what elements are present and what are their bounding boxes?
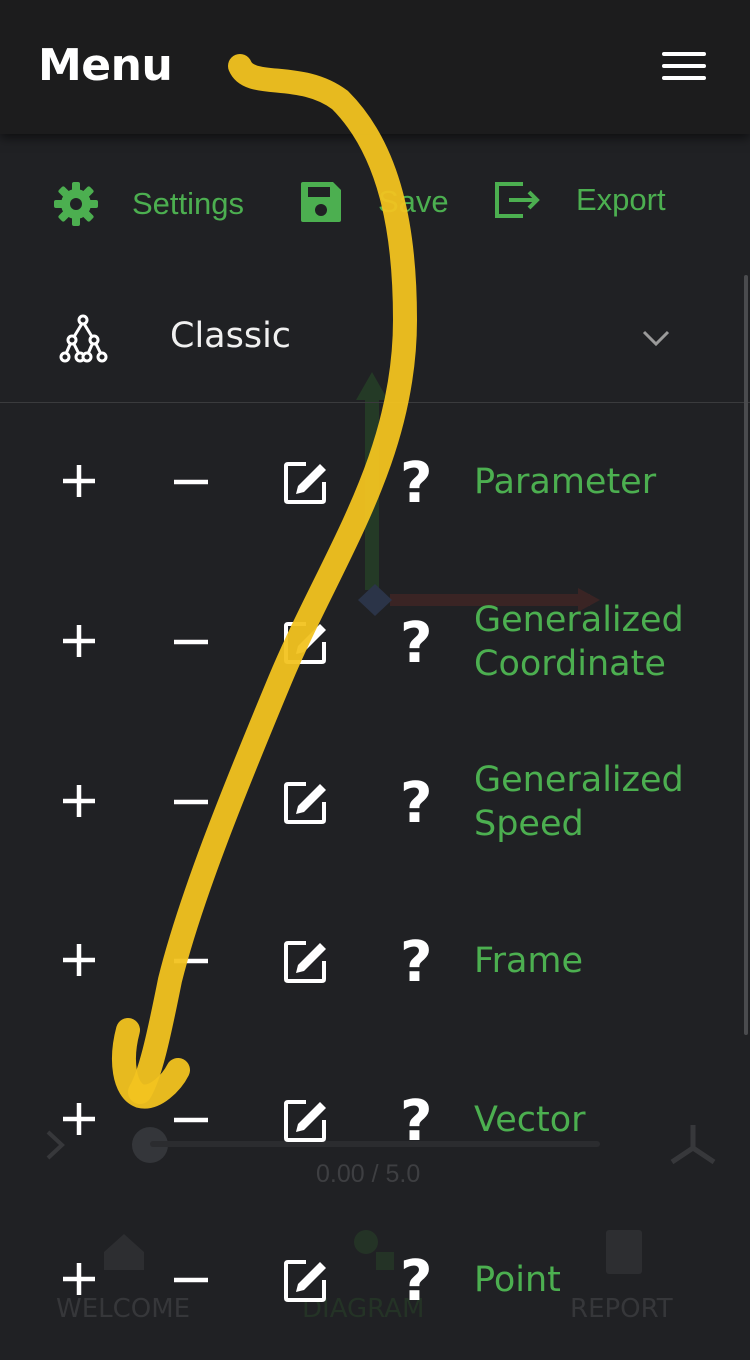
help-icon[interactable]: ? <box>400 456 432 512</box>
item-label: Vector <box>474 1100 586 1140</box>
floppy-disk-icon <box>301 182 341 222</box>
add-icon[interactable] <box>60 462 98 500</box>
edit-icon[interactable] <box>282 1098 328 1144</box>
list-item: ? Frame <box>0 881 750 1041</box>
action-toolbar: Settings Save Export <box>0 134 750 274</box>
add-icon[interactable] <box>60 1100 98 1138</box>
model-selected-label: Classic <box>170 316 292 356</box>
item-label: Parameter <box>474 462 657 502</box>
remove-icon[interactable] <box>172 1276 210 1284</box>
add-icon[interactable] <box>60 622 98 660</box>
item-label: Point <box>474 1260 561 1300</box>
list-item: ? Parameter <box>0 402 750 562</box>
list-item: ? Generalized Speed <box>0 722 750 882</box>
export-button[interactable]: Export <box>493 180 666 220</box>
remove-icon[interactable] <box>172 1116 210 1124</box>
help-icon[interactable]: ? <box>400 776 432 832</box>
model-selector[interactable]: Classic <box>0 274 750 403</box>
export-icon <box>495 182 540 218</box>
add-icon[interactable] <box>60 782 98 820</box>
remove-icon[interactable] <box>172 638 210 646</box>
list-item: ? Vector <box>0 1040 750 1200</box>
settings-button[interactable]: Settings <box>52 180 244 228</box>
help-icon[interactable]: ? <box>400 1254 432 1310</box>
help-icon[interactable]: ? <box>400 616 432 672</box>
tree-icon <box>59 314 108 363</box>
header-bar: Menu <box>0 0 750 134</box>
item-label: Generalized Speed <box>474 760 684 844</box>
remove-icon[interactable] <box>172 957 210 965</box>
item-label: Frame <box>474 941 584 981</box>
settings-label: Settings <box>132 186 245 221</box>
edit-icon[interactable] <box>282 460 328 506</box>
hamburger-icon[interactable] <box>662 52 706 84</box>
edit-icon[interactable] <box>282 1258 328 1304</box>
save-label: Save <box>378 184 449 219</box>
save-button[interactable]: Save <box>299 180 449 224</box>
page-title: Menu <box>38 40 173 91</box>
gear-icon <box>54 182 98 226</box>
edit-icon[interactable] <box>282 939 328 985</box>
add-icon[interactable] <box>60 941 98 979</box>
list-item: ? Generalized Coordinate <box>0 562 750 722</box>
add-icon[interactable] <box>60 1260 98 1298</box>
help-icon[interactable]: ? <box>400 1094 432 1150</box>
item-label: Generalized Coordinate <box>474 600 684 684</box>
help-icon[interactable]: ? <box>400 935 432 991</box>
edit-icon[interactable] <box>282 620 328 666</box>
export-label: Export <box>576 182 666 217</box>
chevron-down-icon <box>642 330 670 347</box>
edit-icon[interactable] <box>282 780 328 826</box>
remove-icon[interactable] <box>172 478 210 486</box>
remove-icon[interactable] <box>172 798 210 806</box>
list-item: ? Point <box>0 1200 750 1360</box>
